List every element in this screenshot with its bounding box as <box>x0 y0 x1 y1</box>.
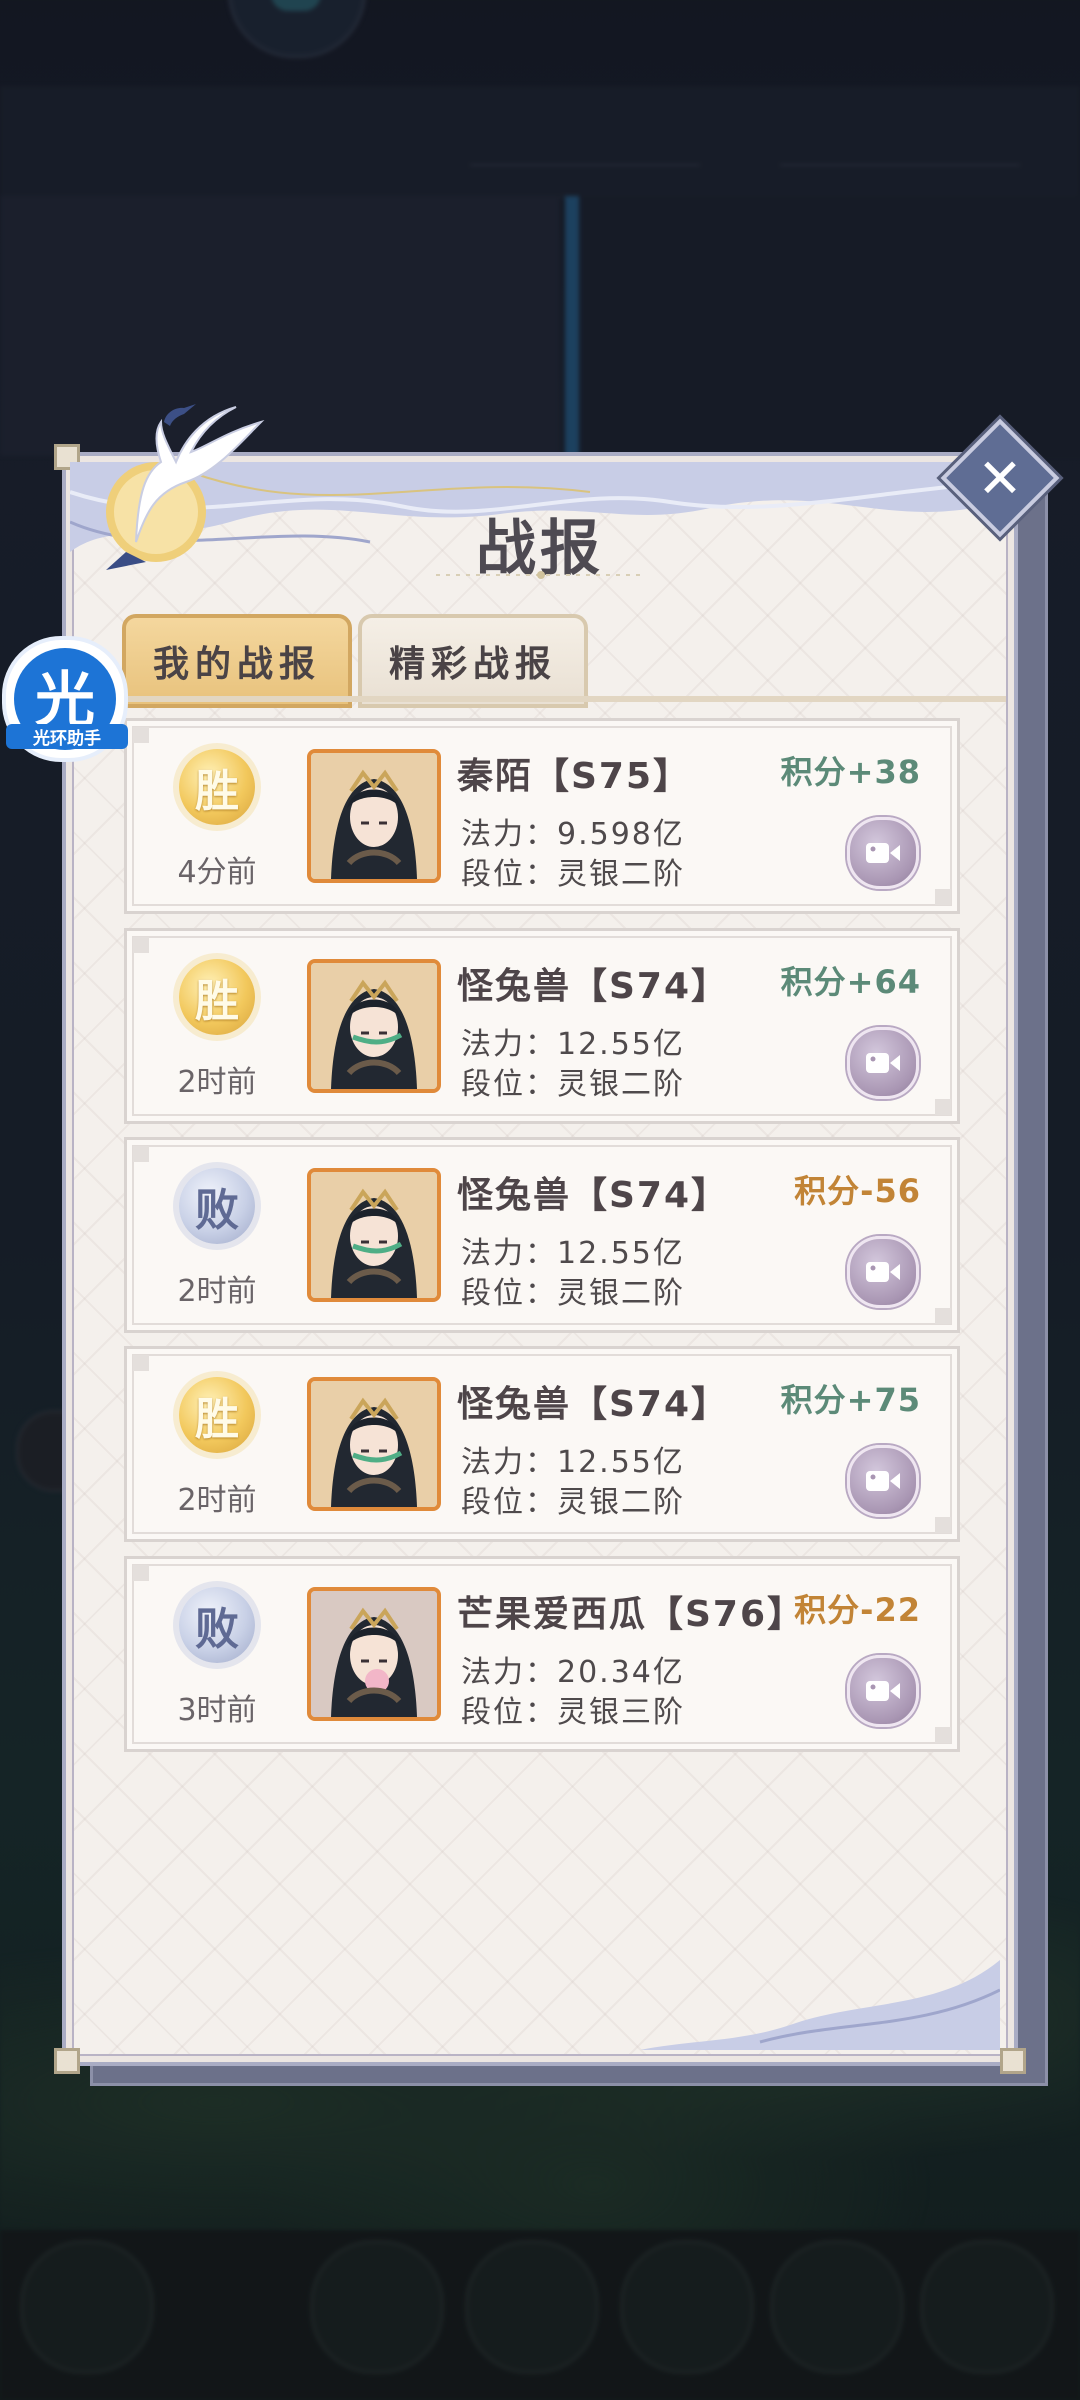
score-change: 积分+64 <box>780 963 921 1001</box>
opponent-avatar[interactable] <box>307 749 441 883</box>
report-time: 4分前 <box>177 855 257 890</box>
opponent-name: 芒果爱西瓜【S76】 <box>457 1594 806 1635</box>
report-time: 2时前 <box>177 1483 257 1518</box>
score-change: 积分-22 <box>794 1591 921 1629</box>
power-line: 法力：12.55亿 <box>461 1228 685 1272</box>
power-label: 法力： <box>461 1655 557 1690</box>
result-badge: 胜 <box>179 959 255 1035</box>
video-replay-icon <box>866 843 900 863</box>
rank-label: 段位： <box>461 857 557 892</box>
card-corner <box>935 1099 951 1115</box>
power-line: 法力：9.598亿 <box>461 809 685 853</box>
rank-label: 段位： <box>461 1695 557 1730</box>
video-replay-icon <box>866 1681 900 1701</box>
replay-button[interactable] <box>847 1236 919 1308</box>
tab-divider <box>122 696 1006 702</box>
result-badge: 败 <box>179 1168 255 1244</box>
opponent-name: 怪兔兽【S74】 <box>457 1384 730 1425</box>
result-badge: 败 <box>179 1587 255 1663</box>
rank-label: 段位： <box>461 1067 557 1102</box>
report-time: 2时前 <box>177 1065 257 1100</box>
rank-value: 灵银二阶 <box>557 857 685 892</box>
report-card: 败 3时前 芒果爱西瓜【S76】 积分-22 法力：20.34亿 段位：灵银三阶 <box>124 1556 960 1752</box>
report-card: 胜 2时前 怪兔兽【S74】 积分+75 法力：12.55亿 段位：灵银二阶 <box>124 1346 960 1542</box>
rank-value: 灵银三阶 <box>557 1695 685 1730</box>
power-label: 法力： <box>461 817 557 852</box>
power-line: 法力：12.55亿 <box>461 1437 685 1481</box>
rank-label: 段位： <box>461 1485 557 1520</box>
video-replay-icon <box>866 1262 900 1282</box>
card-corner <box>935 889 951 905</box>
title-ornament <box>436 571 646 579</box>
power-value: 20.34亿 <box>557 1655 685 1690</box>
video-replay-icon <box>866 1471 900 1491</box>
assistant-floating-button[interactable]: 光 光环助手 <box>2 636 128 762</box>
crane-decoration-icon <box>66 392 266 572</box>
score-change: 积分+75 <box>780 1381 921 1419</box>
report-card: 胜 4分前 秦陌【S75】 积分+38 法力：9.598亿 段位：灵银二阶 <box>124 718 960 914</box>
rank-value: 灵银二阶 <box>557 1067 685 1102</box>
opponent-avatar[interactable] <box>307 1377 441 1511</box>
report-time: 2时前 <box>177 1274 257 1309</box>
opponent-avatar[interactable] <box>307 959 441 1093</box>
power-label: 法力： <box>461 1236 557 1271</box>
rank-line: 段位：灵银二阶 <box>461 849 685 893</box>
rank-line: 段位：灵银二阶 <box>461 1268 685 1312</box>
assistant-label: 光环助手 <box>6 724 128 749</box>
result-badge: 胜 <box>179 1377 255 1453</box>
replay-button[interactable] <box>847 1445 919 1517</box>
video-replay-icon <box>866 1053 900 1073</box>
power-line: 法力：12.55亿 <box>461 1019 685 1063</box>
rank-label: 段位： <box>461 1276 557 1311</box>
rank-line: 段位：灵银三阶 <box>461 1687 685 1731</box>
card-corner <box>935 1308 951 1324</box>
card-corner <box>133 1146 149 1162</box>
rank-value: 灵银二阶 <box>557 1485 685 1520</box>
power-value: 12.55亿 <box>557 1445 685 1480</box>
report-time: 3时前 <box>177 1693 257 1728</box>
card-corner <box>133 727 149 743</box>
rank-value: 灵银二阶 <box>557 1276 685 1311</box>
opponent-avatar[interactable] <box>307 1587 441 1721</box>
power-line: 法力：20.34亿 <box>461 1647 685 1691</box>
bottom-cloud-decoration <box>640 1960 1000 2050</box>
tab-my-reports[interactable]: 我的战报 <box>122 614 352 708</box>
result-badge: 胜 <box>179 749 255 825</box>
power-label: 法力： <box>461 1445 557 1480</box>
corner-ornament <box>54 2048 80 2074</box>
report-card: 胜 2时前 怪兔兽【S74】 积分+64 法力：12.55亿 段位：灵银二阶 <box>124 928 960 1124</box>
tab-highlight-reports[interactable]: 精彩战报 <box>358 614 588 708</box>
rank-line: 段位：灵银二阶 <box>461 1477 685 1521</box>
report-card: 败 2时前 怪兔兽【S74】 积分-56 法力：12.55亿 段位：灵银二阶 <box>124 1137 960 1333</box>
power-value: 9.598亿 <box>557 817 685 852</box>
card-corner <box>133 1565 149 1581</box>
score-change: 积分+38 <box>780 753 921 791</box>
replay-button[interactable] <box>847 1027 919 1099</box>
card-corner <box>935 1517 951 1533</box>
opponent-name: 秦陌【S75】 <box>457 756 692 797</box>
power-value: 12.55亿 <box>557 1027 685 1062</box>
close-icon[interactable]: ✕ <box>958 436 1042 520</box>
card-corner <box>935 1727 951 1743</box>
replay-button[interactable] <box>847 817 919 889</box>
card-corner <box>133 937 149 953</box>
power-label: 法力： <box>461 1027 557 1062</box>
card-corner <box>133 1355 149 1371</box>
replay-button[interactable] <box>847 1655 919 1727</box>
rank-line: 段位：灵银二阶 <box>461 1059 685 1103</box>
opponent-name: 怪兔兽【S74】 <box>457 966 730 1007</box>
power-value: 12.55亿 <box>557 1236 685 1271</box>
corner-ornament <box>1000 2048 1026 2074</box>
score-change: 积分-56 <box>794 1172 921 1210</box>
opponent-name: 怪兔兽【S74】 <box>457 1175 730 1216</box>
opponent-avatar[interactable] <box>307 1168 441 1302</box>
